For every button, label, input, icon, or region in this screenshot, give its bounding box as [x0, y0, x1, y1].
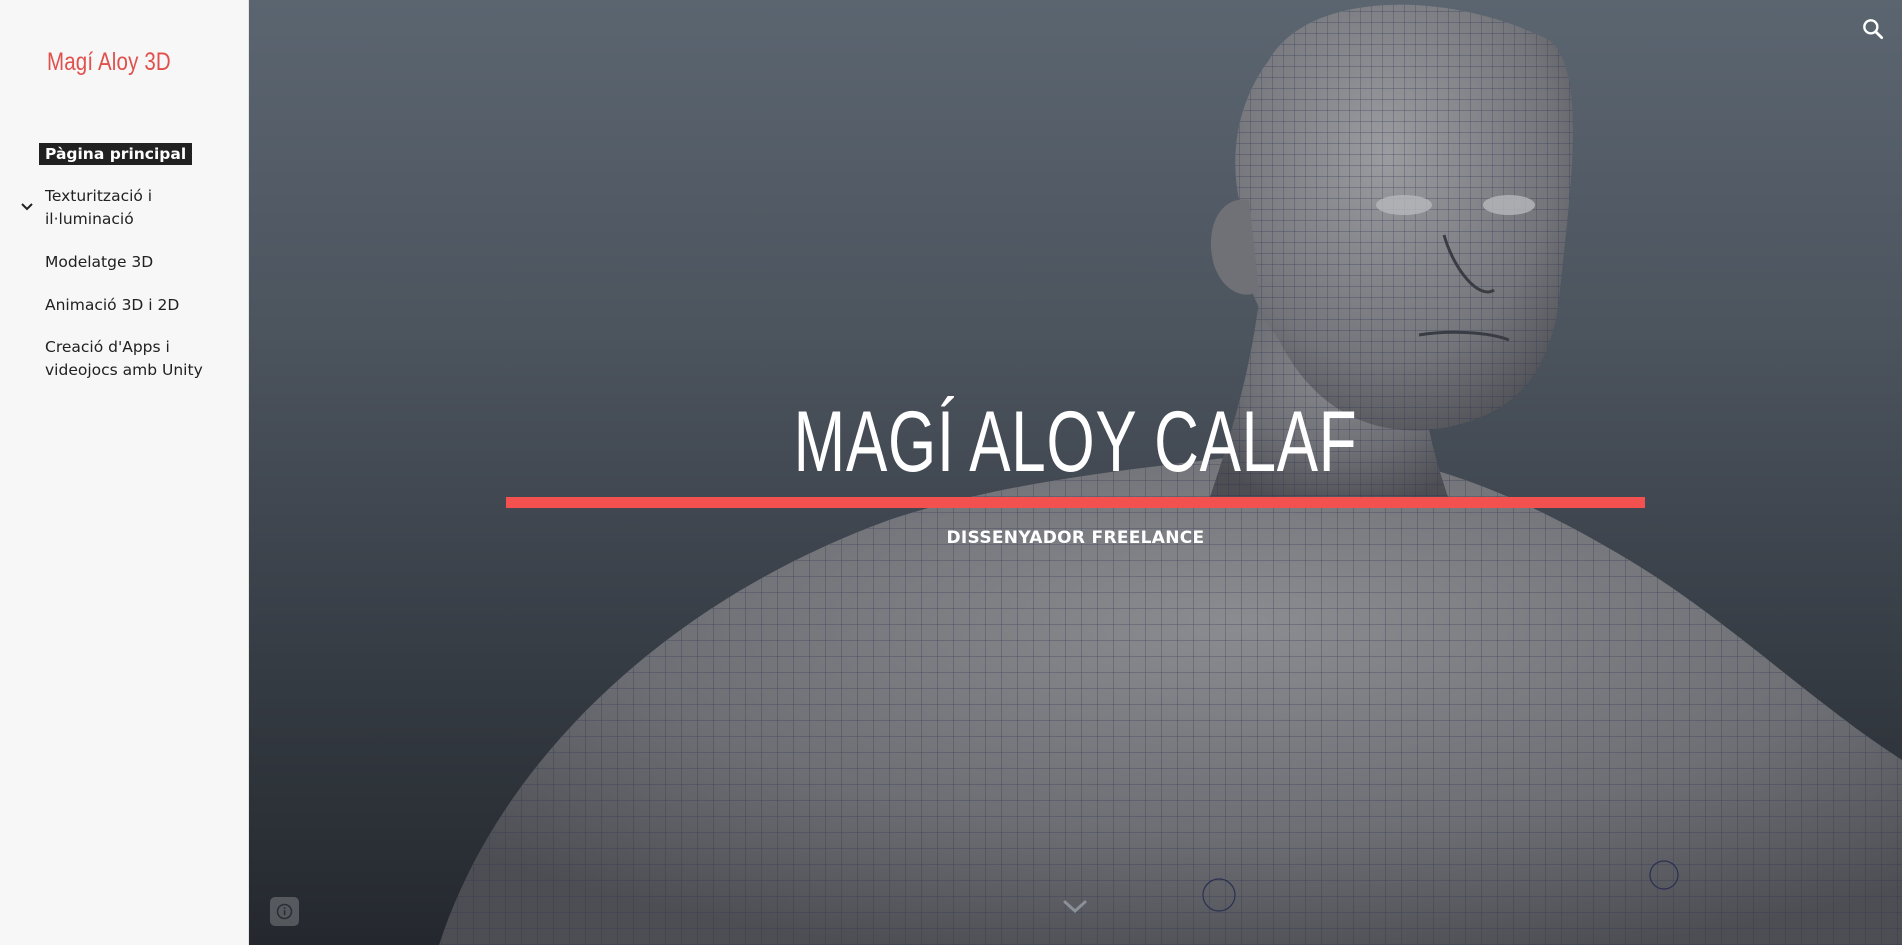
chevron-down-icon[interactable] — [20, 200, 34, 214]
sidebar-item-animacio[interactable]: Animació 3D i 2D — [45, 294, 235, 317]
site-title[interactable]: Magí Aloy 3D — [47, 48, 171, 77]
hero-accent-bar — [506, 497, 1645, 508]
sidebar-item-label: Creació d'Apps i videojocs amb Unity — [45, 338, 203, 379]
sidebar-item-texturitzacio[interactable]: Texturització i il·luminació — [45, 185, 235, 231]
sidebar-item-label: Animació 3D i 2D — [45, 296, 180, 314]
sidebar-item-pagina-principal[interactable]: Pàgina principal — [39, 143, 235, 166]
sidebar-item-label: Pàgina principal — [39, 143, 193, 165]
sidebar-item-apps-videojocs[interactable]: Creació d'Apps i videojocs amb Unity — [45, 336, 235, 382]
sidebar: Magí Aloy 3D Pàgina principal Texturitza… — [0, 0, 249, 945]
hero-section: MAGÍ ALOY CALAF DISSENYADOR FREELANCE — [249, 0, 1902, 945]
sidebar-item-label: Modelatge 3D — [45, 253, 154, 271]
hero-title: MAGÍ ALOY CALAF — [793, 394, 1358, 490]
search-icon[interactable] — [1860, 16, 1886, 42]
chevron-down-icon[interactable] — [1059, 895, 1091, 919]
hero-subtitle: DISSENYADOR FREELANCE — [946, 528, 1205, 548]
info-button[interactable] — [270, 897, 299, 926]
sidebar-item-modelatge[interactable]: Modelatge 3D — [45, 251, 235, 274]
info-icon — [276, 903, 293, 920]
sidebar-item-label: Texturització i il·luminació — [45, 187, 153, 228]
